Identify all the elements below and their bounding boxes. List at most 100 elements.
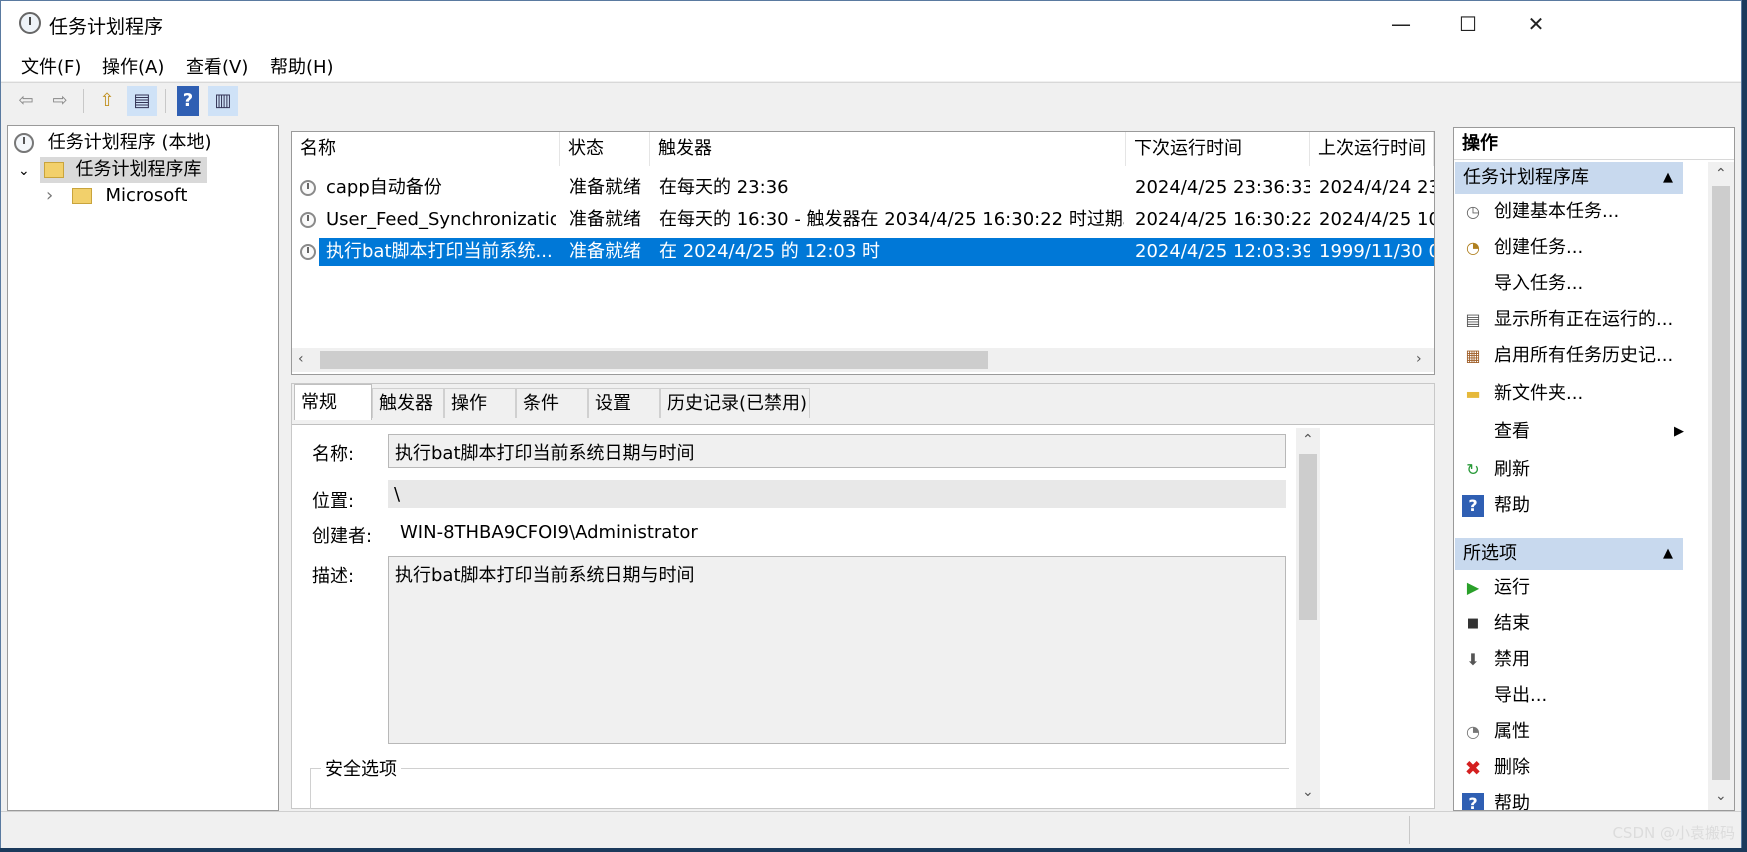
tab-actions[interactable]: 操作 xyxy=(444,388,516,418)
column-header-next-run[interactable]: 下次运行时间 xyxy=(1126,132,1310,166)
menu-help[interactable]: 帮助(H) xyxy=(270,53,334,79)
tab-history[interactable]: 历史记录(已禁用) xyxy=(660,388,810,418)
task-last-run: 2024/4/25 10: xyxy=(1319,209,1434,230)
action-label: 帮助 xyxy=(1494,793,1530,810)
forward-icon[interactable]: ⇨ xyxy=(45,86,75,116)
actions-vertical-scrollbar[interactable]: ⌃ ⌄ xyxy=(1708,162,1734,810)
expand-icon[interactable]: ⌄ xyxy=(18,158,34,184)
tab-settings[interactable]: 设置 xyxy=(588,388,660,418)
action-export[interactable]: 导出... xyxy=(1462,680,1547,712)
help-icon: ? xyxy=(1462,495,1484,517)
tab-conditions[interactable]: 条件 xyxy=(516,388,588,418)
task-status: 准备就绪 xyxy=(569,241,641,262)
table-row[interactable]: capp自动备份 准备就绪 在每天的 23:36 2024/4/25 23:36… xyxy=(292,174,1434,202)
action-help-selected[interactable]: ? 帮助 xyxy=(1462,788,1530,810)
clock-icon xyxy=(14,133,34,153)
action-refresh[interactable]: ↻ 刷新 xyxy=(1462,454,1530,486)
scroll-down-icon[interactable]: ⌄ xyxy=(1302,784,1314,800)
action-create-basic-task[interactable]: ◷ 创建基本任务... xyxy=(1462,196,1619,228)
running-tasks-icon: ▤ xyxy=(1465,310,1481,329)
menu-file[interactable]: 文件(F) xyxy=(21,53,81,79)
scroll-up-icon[interactable]: ⌃ xyxy=(1302,432,1314,448)
status-bar xyxy=(1,811,1741,848)
action-label: 创建基本任务... xyxy=(1494,201,1620,222)
scrollbar-thumb[interactable] xyxy=(1299,454,1317,620)
action-disable[interactable]: ⬇ 禁用 xyxy=(1462,644,1530,676)
action-import-task[interactable]: 导入任务... xyxy=(1462,268,1583,300)
task-name: 执行bat脚本打印当前系统... xyxy=(326,241,553,262)
help-icon[interactable]: ? xyxy=(177,86,199,116)
action-end[interactable]: ■ 结束 xyxy=(1462,608,1530,640)
tab-general[interactable]: 常规 xyxy=(294,384,372,420)
action-view[interactable]: 查看 ▶ xyxy=(1462,416,1684,448)
action-delete[interactable]: ✖ 删除 xyxy=(1462,752,1530,784)
close-button[interactable]: ✕ xyxy=(1501,1,1571,47)
task-icon xyxy=(300,244,316,260)
action-display-running[interactable]: ▤ 显示所有正在运行的... xyxy=(1462,304,1673,336)
tree-item-label: 任务计划程序库 xyxy=(75,159,202,180)
column-header-status[interactable]: 状态 xyxy=(560,132,650,166)
section-header-selected-item[interactable]: 所选项 ▲ xyxy=(1455,538,1683,570)
up-level-icon[interactable]: ⇧ xyxy=(92,86,122,116)
tree-item-root[interactable]: 任务计划程序 (本地) xyxy=(14,130,212,156)
menu-view[interactable]: 查看(V) xyxy=(186,53,248,79)
run-icon: ▶ xyxy=(1466,578,1480,597)
show-hide-action-pane-icon[interactable]: ▥ xyxy=(208,86,238,116)
console-tree: 任务计划程序 (本地) ⌄ 任务计划程序库 › Microsoft xyxy=(7,125,279,811)
history-icon: ▦ xyxy=(1465,346,1481,365)
scroll-right-icon[interactable]: › xyxy=(1416,351,1422,367)
task-name: capp自动备份 xyxy=(326,177,442,198)
column-header-last-run[interactable]: 上次运行时间 xyxy=(1310,132,1434,166)
action-create-task[interactable]: ◔ 创建任务... xyxy=(1462,232,1583,264)
action-label: 属性 xyxy=(1494,721,1530,742)
name-field[interactable]: 执行bat脚本打印当前系统日期与时间 xyxy=(388,434,1286,468)
actions-header: 操作 xyxy=(1454,128,1734,160)
action-new-folder[interactable]: ▬ 新文件夹... xyxy=(1462,378,1583,410)
table-row[interactable]: User_Feed_Synchronizatio... 准备就绪 在每天的 16… xyxy=(292,206,1434,234)
collapse-icon[interactable]: ▲ xyxy=(1663,538,1673,570)
new-folder-icon: ▬ xyxy=(1465,384,1481,403)
action-properties[interactable]: ◔ 属性 xyxy=(1462,716,1530,748)
collapse-icon[interactable]: ▲ xyxy=(1663,162,1673,194)
security-options-group: 安全选项 xyxy=(310,755,1289,809)
task-trigger: 在每天的 23:36 xyxy=(659,177,789,198)
scrollbar-thumb[interactable] xyxy=(1712,186,1730,780)
back-icon[interactable]: ⇦ xyxy=(11,86,41,116)
scroll-down-icon[interactable]: ⌄ xyxy=(1715,788,1727,804)
show-hide-console-tree-icon[interactable]: ▤ xyxy=(127,86,157,116)
tree-item-library[interactable]: ⌄ 任务计划程序库 xyxy=(18,157,208,184)
submenu-arrow-icon: ▶ xyxy=(1674,424,1684,439)
task-last-run: 2024/4/24 23: xyxy=(1319,177,1434,198)
scrollbar-thumb[interactable] xyxy=(320,351,988,369)
column-header-trigger[interactable]: 触发器 xyxy=(650,132,1126,166)
action-label: 结束 xyxy=(1494,613,1530,634)
action-label: 运行 xyxy=(1494,577,1530,598)
horizontal-scrollbar[interactable]: ‹ › xyxy=(292,348,1434,372)
action-enable-history[interactable]: ▦ 启用所有任务历史记... xyxy=(1462,340,1673,372)
action-label: 查看 xyxy=(1494,421,1530,442)
section-header-library[interactable]: 任务计划程序库 ▲ xyxy=(1455,162,1683,194)
minimize-button[interactable]: — xyxy=(1366,1,1436,47)
description-field[interactable]: 执行bat脚本打印当前系统日期与时间 xyxy=(388,556,1286,744)
task-status: 准备就绪 xyxy=(569,209,641,230)
task-details: 常规 触发器 操作 条件 设置 历史记录(已禁用) 名称: 执行bat脚本打印当… xyxy=(291,383,1435,809)
maximize-button[interactable]: ☐ xyxy=(1433,1,1503,47)
watermark: CSDN @小袁搬码 xyxy=(1612,824,1735,842)
action-help[interactable]: ? 帮助 xyxy=(1462,490,1530,522)
tab-triggers[interactable]: 触发器 xyxy=(372,388,444,418)
details-vertical-scrollbar[interactable]: ⌃ ⌄ xyxy=(1296,428,1320,808)
tree-item-microsoft[interactable]: › Microsoft xyxy=(46,183,187,209)
delete-icon: ✖ xyxy=(1464,756,1482,780)
window-title: 任务计划程序 xyxy=(49,16,164,38)
table-row-selected[interactable]: 执行bat脚本打印当前系统... 准备就绪 在 2024/4/25 的 12:0… xyxy=(292,238,1434,266)
menu-action[interactable]: 操作(A) xyxy=(102,53,164,79)
toolbar-separator xyxy=(83,89,84,113)
collapse-icon[interactable]: › xyxy=(46,183,66,209)
column-header-name[interactable]: 名称 xyxy=(292,132,560,166)
scroll-left-icon[interactable]: ‹ xyxy=(298,351,304,367)
scroll-up-icon[interactable]: ⌃ xyxy=(1715,166,1727,182)
action-label: 导入任务... xyxy=(1494,273,1584,294)
action-label: 禁用 xyxy=(1494,649,1530,670)
task-scheduler-window: 任务计划程序 — ☐ ✕ 文件(F) 操作(A) 查看(V) 帮助(H) ⇦ ⇨… xyxy=(0,0,1742,848)
action-run[interactable]: ▶ 运行 xyxy=(1462,572,1530,604)
